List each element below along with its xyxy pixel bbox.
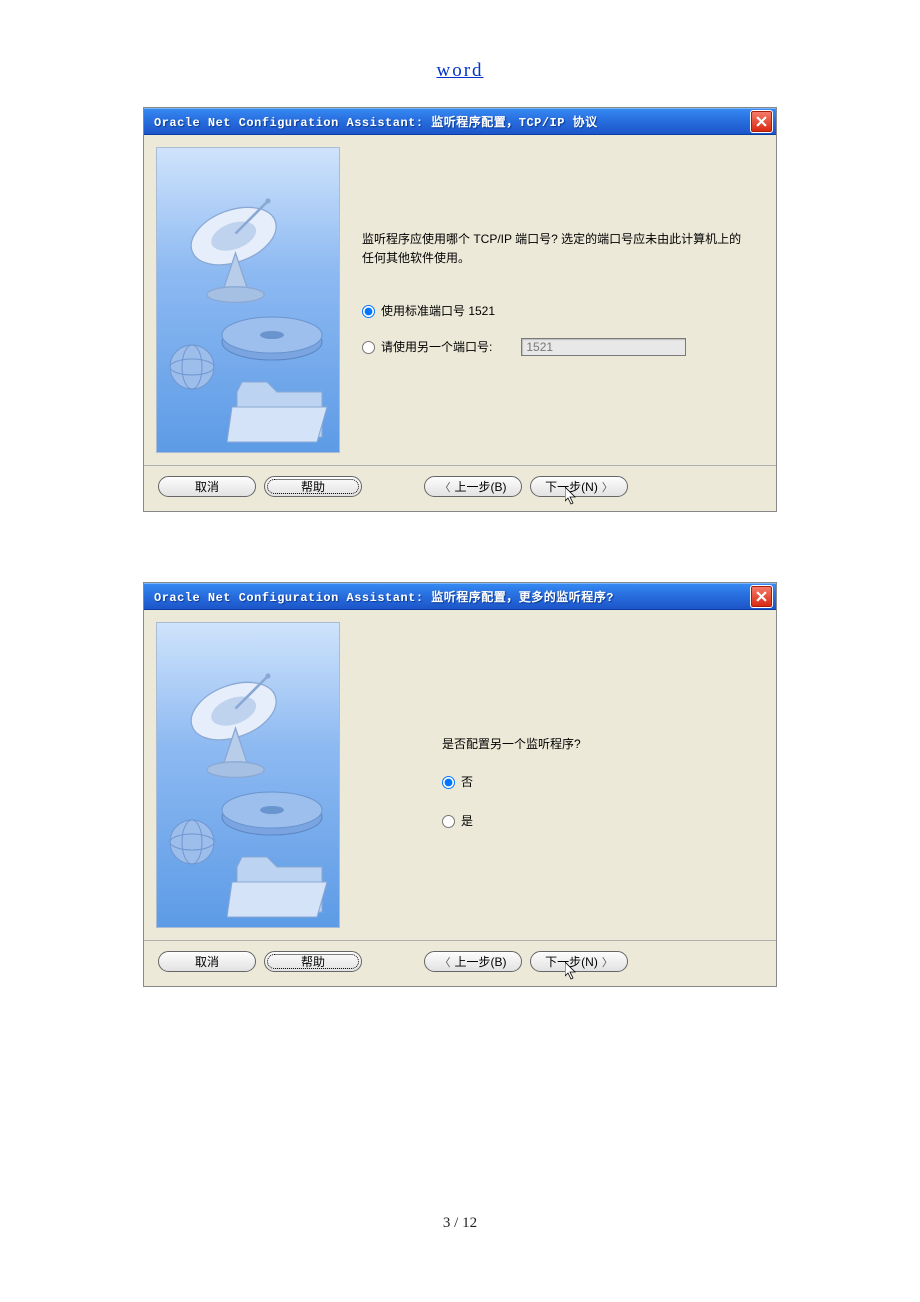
close-button[interactable] (750, 110, 773, 133)
chevron-right-icon: 〉 (602, 954, 613, 970)
chevron-left-icon: 〈 (440, 954, 451, 970)
radio-no-label: 否 (461, 773, 473, 792)
close-icon (756, 591, 767, 602)
radio-yes[interactable]: 是 (442, 812, 751, 831)
radio-other-port[interactable]: 请使用另一个端口号: (362, 338, 751, 357)
port-number-input[interactable] (521, 338, 686, 356)
satellite-dish-icon (177, 188, 307, 318)
disc-icon (217, 307, 327, 377)
close-icon (756, 116, 767, 127)
cancel-button[interactable]: 取消 (158, 476, 256, 497)
back-button[interactable]: 〈 上一步(B) (424, 476, 522, 497)
radio-no[interactable]: 否 (442, 773, 751, 792)
next-button[interactable]: 下一步(N) 〉 (530, 951, 628, 972)
header-link[interactable]: word (0, 60, 920, 82)
chevron-left-icon: 〈 (440, 479, 451, 495)
radio-standard-label: 使用标准端口号 1521 (381, 302, 495, 321)
cancel-button[interactable]: 取消 (158, 951, 256, 972)
radio-no-input[interactable] (442, 776, 455, 789)
radio-yes-label: 是 (461, 812, 473, 831)
folder-icon (227, 847, 337, 927)
prompt-text: 是否配置另一个监听程序? (442, 735, 751, 754)
radio-standard-port[interactable]: 使用标准端口号 1521 (362, 302, 751, 321)
help-button[interactable]: 帮助 (264, 951, 362, 972)
radio-other-input[interactable] (362, 341, 375, 354)
dialog-more-listeners: Oracle Net Configuration Assistant: 监听程序… (143, 582, 777, 987)
wizard-side-image (156, 622, 340, 928)
chevron-right-icon: 〉 (602, 479, 613, 495)
radio-other-label: 请使用另一个端口号: (381, 338, 492, 357)
titlebar[interactable]: Oracle Net Configuration Assistant: 监听程序… (144, 583, 776, 610)
satellite-dish-icon (177, 663, 307, 793)
page-number: 3 / 12 (0, 1215, 920, 1232)
window-title: Oracle Net Configuration Assistant: 监听程序… (154, 588, 750, 605)
wizard-side-image (156, 147, 340, 453)
radio-yes-input[interactable] (442, 815, 455, 828)
folder-icon (227, 372, 337, 452)
radio-standard-input[interactable] (362, 305, 375, 318)
next-button[interactable]: 下一步(N) 〉 (530, 476, 628, 497)
disc-icon (217, 782, 327, 852)
titlebar[interactable]: Oracle Net Configuration Assistant: 监听程序… (144, 108, 776, 135)
window-title: Oracle Net Configuration Assistant: 监听程序… (154, 113, 750, 130)
help-button[interactable]: 帮助 (264, 476, 362, 497)
back-button[interactable]: 〈 上一步(B) (424, 951, 522, 972)
close-button[interactable] (750, 585, 773, 608)
prompt-text: 监听程序应使用哪个 TCP/IP 端口号? 选定的端口号应未由此计算机上的任何其… (362, 230, 751, 268)
dialog-tcp-ip-port: Oracle Net Configuration Assistant: 监听程序… (143, 107, 777, 512)
